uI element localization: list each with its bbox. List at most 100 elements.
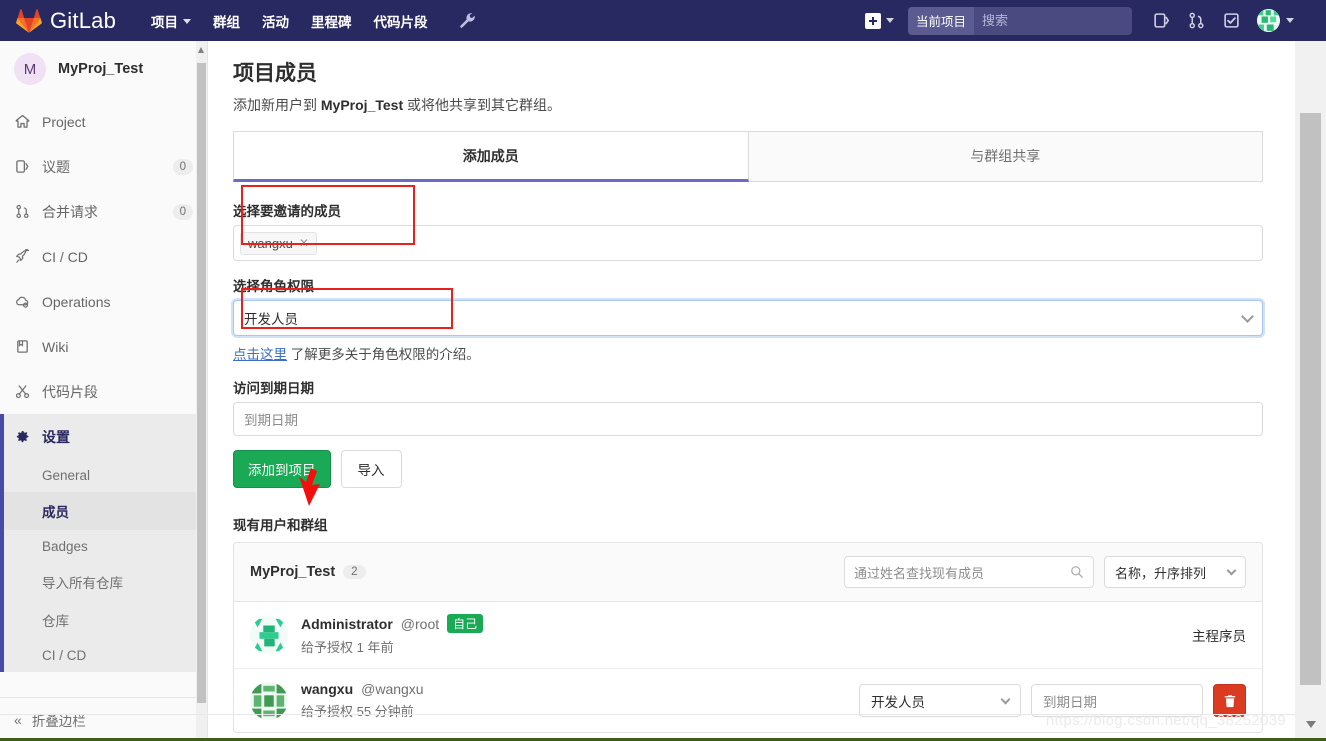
member-handle: @wangxu [361, 681, 424, 697]
sidebar-item-members[interactable]: 成员 [0, 492, 207, 530]
member-meta: 给予授权 55 分钟前 [301, 704, 414, 719]
sidebar-scrollbar[interactable] [196, 41, 207, 741]
sidebar-item-operations[interactable]: Operations [0, 279, 207, 324]
form-actions: 添加到项目 导入 [233, 450, 1263, 488]
todos-icon[interactable] [1214, 5, 1249, 36]
page-scrollbar[interactable] [1295, 41, 1326, 741]
sidebar-item-project[interactable]: Project [0, 99, 207, 144]
sidebar-scroll-thumb[interactable] [197, 63, 206, 703]
nav-milestones-label: 里程碑 [311, 14, 352, 30]
top-navigation-bar: GitLab 项目 群组 活动 里程碑 代码片段 当前项目 搜索 [0, 0, 1326, 41]
merge-requests-icon[interactable] [1179, 5, 1214, 36]
project-avatar: M [14, 53, 46, 85]
expire-date-label: 访问到期日期 [233, 381, 314, 396]
page-subtitle-project: MyProj_Test [320, 97, 404, 113]
sidebar-item-merge-requests[interactable]: 合并请求 0 [0, 189, 207, 234]
member-token[interactable]: wangxu ✕ [240, 231, 317, 255]
sidebar-item-project-label: Project [42, 113, 86, 130]
sidebar-item-wiki[interactable]: Wiki [0, 324, 207, 369]
nav-snippets[interactable]: 代码片段 [363, 0, 439, 43]
cloud-gear-icon [14, 294, 30, 310]
chevron-down-icon [886, 18, 894, 23]
book-icon [14, 339, 30, 355]
nav-projects[interactable]: 项目 [140, 0, 202, 43]
sidebar-item-snippets[interactable]: 代码片段 [0, 369, 207, 414]
role-permission-select[interactable]: 开发人员 [233, 300, 1263, 336]
members-card-header: MyProj_Test 2 通过姓名查找现有成员 名称，升序排列 [234, 543, 1262, 602]
admin-area-button[interactable] [451, 4, 484, 37]
member-actions: 主程序员 [1192, 625, 1246, 645]
member-token-label: wangxu [248, 235, 293, 251]
member-name-line: Administrator @root 自己 [301, 614, 1192, 633]
member-sort-value: 名称，升序排列 [1115, 565, 1207, 581]
chevron-down-icon [183, 18, 192, 24]
sidebar-item-general[interactable]: General [0, 459, 207, 492]
close-x-icon[interactable]: ✕ [299, 236, 309, 250]
existing-members-title: 现有用户和群组 [233, 518, 328, 533]
member-role-select[interactable]: 开发人员 [859, 684, 1021, 717]
member-info: Administrator @root 自己 给予授权 1 年前 [301, 614, 1192, 656]
project-sidebar: M MyProj_Test Project 议题 0 合并请求 0 CI / C… [0, 41, 208, 741]
sidebar-project-header[interactable]: M MyProj_Test [0, 41, 207, 99]
collapse-sidebar-label: 折叠边栏 [31, 713, 86, 729]
add-to-project-button[interactable]: 添加到项目 [233, 450, 331, 488]
sidebar-item-repository[interactable]: 仓库 [0, 601, 207, 639]
gitlab-logo[interactable]: GitLab [16, 8, 116, 34]
page-scroll-thumb[interactable] [1300, 113, 1321, 685]
sidebar-item-settings-cicd[interactable]: CI / CD [0, 639, 207, 672]
user-avatar-menu[interactable] [1251, 5, 1300, 36]
nav-milestones[interactable]: 里程碑 [300, 0, 363, 43]
gear-icon [14, 429, 30, 445]
sidebar-item-snippets-label: 代码片段 [42, 383, 98, 400]
nav-activity-label: 活动 [262, 14, 290, 30]
scroll-up-arrow-icon[interactable] [198, 47, 204, 53]
sidebar-item-issues-label: 议题 [42, 158, 70, 175]
global-search: 当前项目 [908, 6, 1132, 35]
invite-members-label: 选择要邀请的成员 [233, 204, 341, 219]
nav-groups[interactable]: 群组 [202, 0, 251, 43]
status-badge: 自己 [447, 614, 484, 633]
existing-members-card: MyProj_Test 2 通过姓名查找现有成员 名称，升序排列 Adminis… [233, 542, 1263, 733]
member-role-value: 开发人员 [871, 694, 925, 710]
tab-share-with-group[interactable]: 与群组共享 [748, 131, 1263, 181]
expire-date-input[interactable]: 到期日期 [233, 402, 1263, 436]
member-meta: 给予授权 1 年前 [301, 640, 394, 655]
sidebar-item-badges[interactable]: Badges [0, 530, 207, 563]
page-title: 项目成员 [233, 62, 317, 85]
chevron-down-icon [1241, 309, 1254, 323]
sidebar-item-import-repos[interactable]: 导入所有仓库 [0, 563, 207, 601]
sidebar-item-settings[interactable]: 设置 [0, 414, 207, 459]
member-search-placeholder: 通过姓名查找现有成员 [854, 565, 985, 581]
home-icon [14, 114, 30, 130]
import-button[interactable]: 导入 [340, 450, 402, 488]
search-scope-pill[interactable]: 当前项目 [908, 6, 975, 35]
member-search-input[interactable]: 通过姓名查找现有成员 [844, 556, 1094, 588]
members-count-badge: 2 [343, 565, 366, 579]
role-permission-label: 选择角色权限 [233, 279, 314, 294]
search-icon[interactable] [1070, 565, 1084, 579]
invite-members-input[interactable]: wangxu ✕ [233, 225, 1263, 261]
nav-activity[interactable]: 活动 [251, 0, 300, 43]
issues-icon [14, 159, 30, 175]
role-help-link[interactable]: 点击这里 [233, 347, 287, 362]
member-role-static: 主程序员 [1192, 629, 1246, 644]
member-name: Administrator [301, 615, 393, 632]
tab-add-member[interactable]: 添加成员 [233, 131, 749, 182]
issues-count-badge: 0 [172, 158, 193, 175]
sidebar-item-cicd[interactable]: CI / CD [0, 234, 207, 279]
search-input[interactable] [974, 13, 1132, 28]
merge-requests-count-badge: 0 [172, 203, 193, 220]
member-sort-select[interactable]: 名称，升序排列 [1104, 556, 1246, 588]
table-row: Administrator @root 自己 给予授权 1 年前 主程序员 [234, 602, 1262, 669]
sidebar-item-cicd-label: CI / CD [42, 248, 88, 265]
issues-icon[interactable] [1144, 5, 1179, 36]
page-subtitle: 添加新用户到 MyProj_Test 或将他共享到其它群组。 [233, 95, 1263, 115]
watermark: https://blog.csdn.net/qq_38252039 [1045, 712, 1286, 729]
scroll-down-arrow-icon[interactable] [1306, 721, 1316, 728]
sidebar-item-operations-label: Operations [42, 293, 111, 310]
collapse-sidebar-button[interactable]: « 折叠边栏 [0, 697, 207, 741]
create-new-button[interactable] [859, 7, 900, 35]
sidebar-item-issues[interactable]: 议题 0 [0, 144, 207, 189]
avatar [1257, 9, 1280, 32]
member-name-line: wangxu @wangxu [301, 681, 859, 697]
